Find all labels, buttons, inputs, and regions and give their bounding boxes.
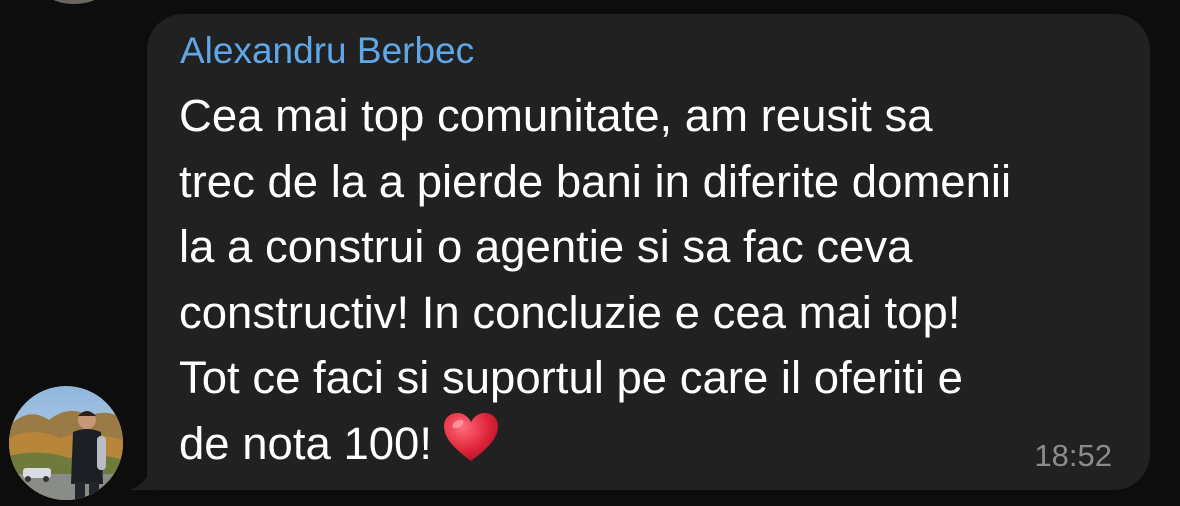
message-line: Tot ce faci si suportul pe care il oferi…: [179, 352, 963, 403]
avatar-photo: [9, 386, 123, 500]
chat-view: Alexandru Berbec Cea mai top comunitate,…: [0, 0, 1180, 506]
sender-avatar[interactable]: [9, 386, 123, 500]
message-text: Cea mai top comunitate, am reusit sa tre…: [179, 83, 1139, 476]
heart-icon: [444, 412, 499, 461]
previous-sender-avatar[interactable]: [36, 0, 112, 4]
message-line: Cea mai top comunitate, am reusit sa: [179, 90, 933, 141]
sender-name[interactable]: Alexandru Berbec: [180, 30, 474, 72]
message-line: de nota 100!: [179, 417, 433, 469]
message-line: trec de la a pierde bani in diferite dom…: [179, 155, 1012, 207]
message-line: constructiv! In concluzie e cea mai top!: [179, 286, 961, 338]
message-line: la a construi o agentie si sa fac ceva: [179, 221, 913, 272]
message-bubble[interactable]: Alexandru Berbec Cea mai top comunitate,…: [147, 14, 1150, 490]
message-timestamp: 18:52: [1034, 438, 1112, 473]
message-line-last: de nota 100!: [179, 411, 1139, 477]
